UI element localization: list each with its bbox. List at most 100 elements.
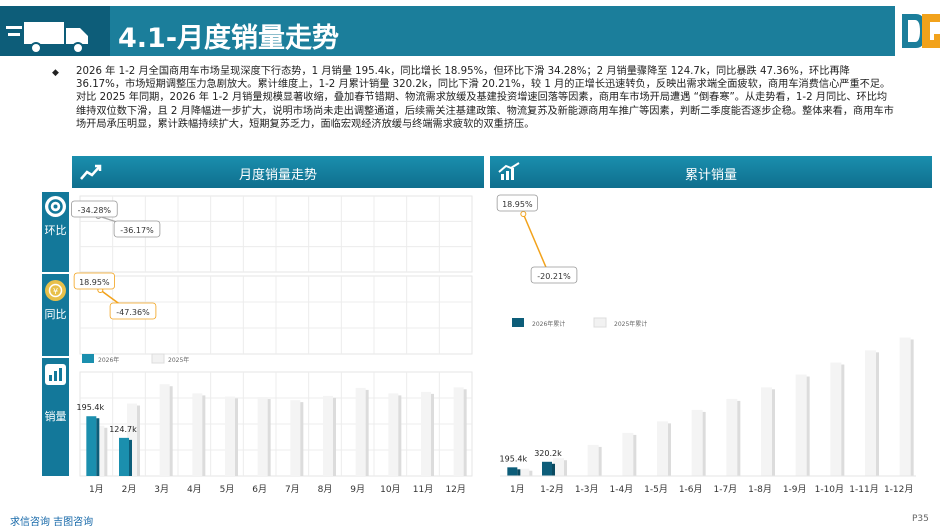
bar-2025-side	[137, 405, 140, 476]
bullet-icon: ◆	[52, 68, 59, 78]
x-tick-label: 6月	[252, 484, 267, 495]
bar-2025	[622, 432, 634, 476]
x-tick-label: 1-10月	[815, 484, 844, 495]
bar-2025-side	[841, 364, 845, 476]
bar-2026	[542, 461, 552, 476]
mom-label: -36.17%	[120, 226, 154, 235]
legend-swatch-2026	[82, 354, 94, 363]
legend-label-2025: 2025年	[168, 356, 189, 364]
bar-2025	[355, 387, 366, 476]
x-tick-label: 1月	[510, 484, 525, 495]
tab-monthly-trend-label: 月度销量走势	[238, 168, 317, 183]
bar-2025-side	[668, 423, 671, 476]
legend-swatch-2025	[151, 353, 165, 364]
footer-source[interactable]: 求信咨询 吉图咨询	[10, 513, 93, 528]
bar-2025	[453, 387, 464, 476]
tab-monthly-trend: 月度销量走势	[72, 156, 484, 188]
yoy-label: -20.21%	[537, 272, 571, 281]
bar-2025	[691, 409, 703, 476]
x-tick-label: 11月	[413, 484, 433, 495]
legend-label-2025: 2025年累计	[614, 320, 647, 328]
x-tick-label: 1-3月	[575, 484, 599, 495]
bar-2025-side	[398, 395, 402, 476]
yoy-label: 18.95%	[502, 200, 533, 209]
bar-2025	[795, 374, 807, 476]
x-tick-label: 1月	[89, 484, 104, 495]
tab-cumulative-label: 累计销量	[684, 168, 737, 183]
bar-2025-side	[267, 399, 271, 476]
x-tick-label: 9月	[350, 484, 365, 495]
side-yoy: ¥ 同比	[42, 274, 69, 356]
bar-2025-side	[529, 470, 533, 476]
side-sales: 销量	[42, 358, 69, 476]
bar-2026	[119, 437, 129, 476]
bar-2026-label: 195.4k	[77, 403, 105, 412]
summary-paragraph: 2026 年 1-2 月全国商用车市场呈现深度下行态势，1 月销量 195.4k…	[76, 66, 894, 130]
legend-label-2026: 2026年	[98, 356, 119, 364]
mom-label: -34.28%	[78, 206, 112, 215]
bar-2025	[726, 398, 738, 476]
monthly-chart: -34.28% -36.17% 18.95% -47.36% 2026年 2025年 195…	[71, 195, 473, 495]
bar-2025-side	[772, 389, 775, 476]
bar-2025-side	[333, 397, 336, 476]
bar-2026	[86, 416, 97, 476]
bar-2025	[388, 393, 399, 476]
target-icon	[45, 196, 66, 217]
bar-2026-side	[129, 439, 132, 476]
page-number: P35	[912, 514, 929, 524]
side-yoy-label: 同比	[44, 308, 67, 321]
x-tick-label: 12月	[445, 484, 465, 495]
x-tick-label: 1-11月	[849, 484, 878, 495]
cumulative-chart: 18.95% -20.21% 2026年累计 2025年累计 195.4k 1月 320.2…	[496, 194, 916, 495]
bar-2025	[225, 396, 235, 476]
x-tick-label: 8月	[318, 484, 333, 495]
title-bar: 4.1-月度销量走势	[0, 6, 895, 56]
truck-icon	[6, 22, 88, 54]
bar-2026-side	[552, 463, 555, 476]
x-tick-label: 7月	[285, 484, 300, 495]
bar-2025	[865, 350, 876, 476]
legend-swatch-2025	[593, 317, 607, 328]
bar-2026	[507, 467, 518, 476]
x-tick-label: 1-5月	[644, 484, 668, 495]
bar-2025-side	[300, 402, 304, 476]
bar-2025	[257, 397, 268, 476]
x-tick-label: 5月	[220, 484, 235, 495]
svg-text:¥: ¥	[53, 287, 58, 296]
bar-chart-icon	[45, 364, 66, 385]
yoy-label: 18.95%	[79, 278, 110, 287]
bar-2025	[587, 444, 599, 476]
bar-2025	[159, 384, 170, 476]
bar-2025-side	[598, 446, 602, 476]
x-tick-label: 1-9月	[783, 484, 807, 495]
coin-icon: ¥	[45, 280, 66, 301]
x-tick-label: 1-4月	[609, 484, 633, 495]
bar-2025-side	[104, 427, 108, 476]
x-tick-label: 1-12月	[884, 484, 913, 495]
bar-2025-side	[235, 398, 238, 476]
side-mom-label: 环比	[44, 224, 67, 237]
bar-2025-side	[202, 395, 206, 476]
bar-2025	[657, 421, 668, 476]
x-tick-label: 3月	[154, 484, 169, 495]
bar-2025-side	[365, 389, 369, 476]
x-tick-label: 1-6月	[679, 484, 703, 495]
x-tick-label: 1-2月	[540, 484, 564, 495]
legend-label-2026: 2026年累计	[532, 320, 565, 328]
bar-2025-side	[702, 411, 706, 476]
x-tick-label: 1-7月	[713, 484, 737, 495]
brand-logo-icon	[902, 14, 940, 48]
bar-2025-side	[910, 339, 914, 476]
side-sales-label: 销量	[44, 410, 67, 423]
bar-2025-side	[463, 389, 467, 476]
header: 4.1-月度销量走势	[0, 0, 946, 62]
bar-2025-side	[431, 393, 434, 476]
bar-2025	[421, 391, 431, 476]
x-tick-label: 4月	[187, 484, 202, 495]
yoy-label: -47.36%	[116, 308, 150, 317]
bar-2025	[192, 393, 203, 476]
bar-2025-side	[169, 386, 173, 476]
bar-2026-label: 124.7k	[109, 425, 137, 434]
bar-2025	[323, 395, 333, 476]
bar-2025	[830, 362, 842, 476]
